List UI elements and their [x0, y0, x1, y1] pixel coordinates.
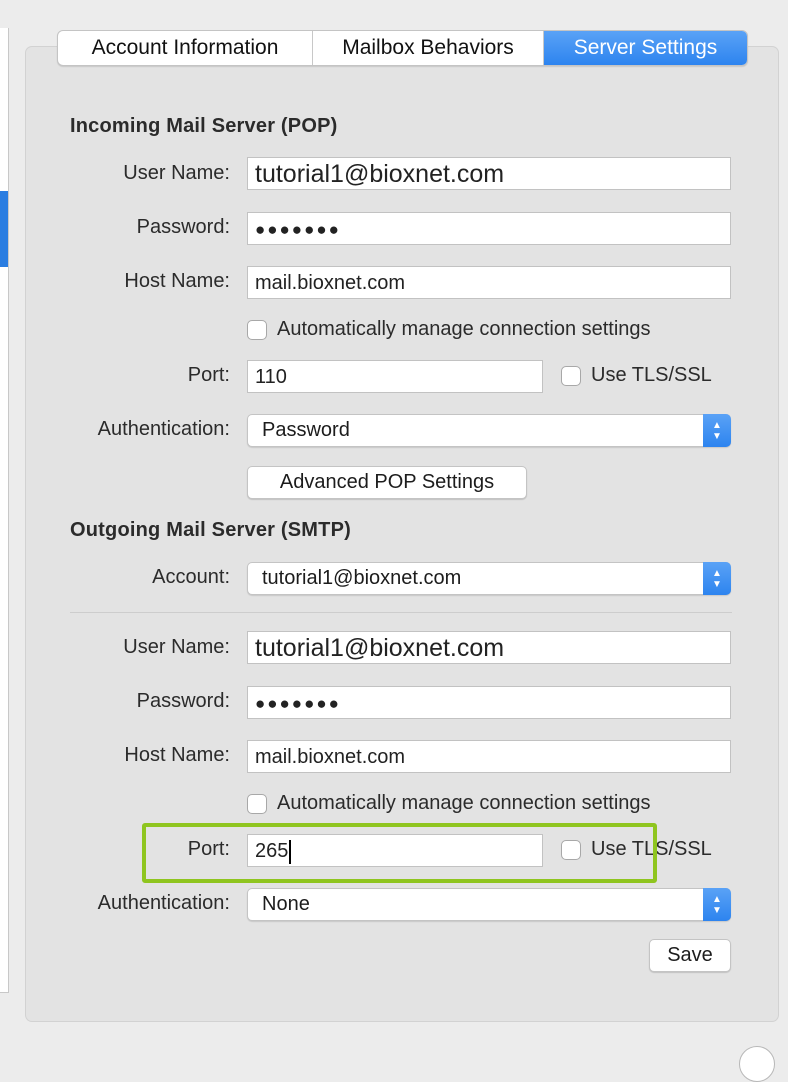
outgoing-host-label: Host Name:: [124, 744, 230, 766]
checkbox-box[interactable]: [561, 365, 581, 386]
outgoing-password-field[interactable]: ●●●●●●●: [247, 686, 731, 719]
incoming-auth-value: Password: [262, 419, 350, 441]
outgoing-account-select[interactable]: tutorial1@bioxnet.com ▲ ▼: [247, 562, 731, 595]
chevron-updown-icon: ▲ ▼: [703, 562, 731, 595]
incoming-host-label: Host Name:: [124, 270, 230, 292]
incoming-password-field[interactable]: ●●●●●●●: [247, 212, 731, 245]
outgoing-account-value: tutorial1@bioxnet.com: [262, 567, 462, 589]
outgoing-auth-label: Authentication:: [97, 892, 230, 914]
advanced-pop-settings-button[interactable]: Advanced POP Settings: [247, 466, 527, 499]
incoming-section-title: Incoming Mail Server (POP): [70, 115, 338, 137]
outgoing-auto-manage-label: Automatically manage connection settings: [277, 792, 651, 814]
tab-account-information[interactable]: Account Information: [58, 31, 313, 65]
incoming-tls-label: Use TLS/SSL: [591, 364, 712, 386]
sidebar-selected-item[interactable]: [0, 191, 8, 267]
tab-bar: Account Information Mailbox Behaviors Se…: [57, 30, 748, 66]
save-button[interactable]: Save: [649, 939, 731, 972]
tab-mailbox-behaviors[interactable]: Mailbox Behaviors: [313, 31, 544, 65]
incoming-auto-manage-checkbox[interactable]: Automatically manage connection settings: [247, 318, 651, 341]
incoming-auto-manage-label: Automatically manage connection settings: [277, 318, 651, 340]
incoming-auth-label: Authentication:: [97, 418, 230, 440]
incoming-host-field[interactable]: mail.bioxnet.com: [247, 266, 731, 299]
outgoing-auth-select[interactable]: None ▲ ▼: [247, 888, 731, 921]
outgoing-auth-value: None: [262, 893, 310, 915]
incoming-tls-checkbox[interactable]: Use TLS/SSL: [561, 364, 712, 387]
incoming-port-label: Port:: [187, 364, 230, 386]
outgoing-section-title: Outgoing Mail Server (SMTP): [70, 519, 351, 541]
tab-server-settings[interactable]: Server Settings: [544, 31, 747, 65]
sidebar: [0, 28, 9, 993]
chevron-updown-icon: ▲ ▼: [703, 414, 731, 447]
checkbox-box[interactable]: [247, 319, 267, 340]
incoming-password-label: Password:: [136, 216, 230, 238]
outgoing-user-label: User Name:: [123, 636, 230, 658]
outgoing-user-field[interactable]: tutorial1@bioxnet.com: [247, 631, 731, 664]
divider: [70, 612, 732, 613]
incoming-user-label: User Name:: [123, 162, 230, 184]
incoming-user-field[interactable]: tutorial1@bioxnet.com: [247, 157, 731, 190]
outgoing-auto-manage-checkbox[interactable]: Automatically manage connection settings: [247, 792, 651, 815]
outgoing-account-label: Account:: [152, 566, 230, 588]
help-icon[interactable]: [739, 1046, 775, 1082]
incoming-port-field[interactable]: 110: [247, 360, 543, 393]
outgoing-password-label: Password:: [136, 690, 230, 712]
port-highlight-annotation: [142, 823, 657, 883]
incoming-auth-select[interactable]: Password ▲ ▼: [247, 414, 731, 447]
checkbox-box[interactable]: [247, 793, 267, 814]
outgoing-host-field[interactable]: mail.bioxnet.com: [247, 740, 731, 773]
chevron-updown-icon: ▲ ▼: [703, 888, 731, 921]
